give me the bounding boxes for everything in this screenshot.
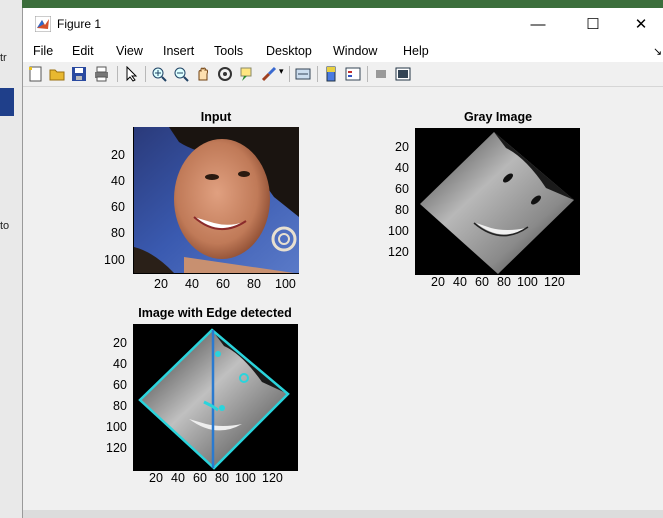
gray-y-tick: 60	[395, 182, 409, 196]
gray-y-tick: 120	[388, 245, 409, 259]
window-title: Figure 1	[57, 17, 102, 31]
brush-icon[interactable]	[261, 66, 278, 82]
input-plot-title: Input	[200, 110, 232, 124]
gray-x-tick: 100	[517, 275, 538, 289]
toolbar	[23, 62, 663, 87]
menu-window[interactable]: Window	[333, 44, 377, 58]
menu-view[interactable]: View	[116, 44, 143, 58]
gray-image	[416, 128, 580, 274]
close-button[interactable]: ✕	[618, 8, 663, 40]
pointer-icon[interactable]	[123, 66, 140, 82]
input-y-tick: 20	[111, 148, 125, 162]
edge-y-tick: 20	[113, 336, 127, 350]
menu-edit[interactable]: Edit	[72, 44, 94, 58]
edge-x-tick: 80	[215, 471, 229, 485]
menu-overflow-icon[interactable]: ↘	[653, 45, 662, 58]
colorbar-icon[interactable]	[323, 66, 340, 82]
gray-y-tick: 20	[395, 140, 409, 154]
maximize-button[interactable]: ☐	[570, 8, 616, 40]
save-icon[interactable]	[71, 66, 88, 82]
open-file-icon[interactable]	[49, 66, 66, 82]
edge-y-tick: 80	[113, 399, 127, 413]
desktop-background	[0, 0, 663, 8]
matlab-logo-icon	[35, 16, 51, 32]
legend-icon[interactable]	[345, 66, 362, 82]
input-y-tick: 40	[111, 174, 125, 188]
gray-y-axis	[415, 128, 416, 275]
input-image	[134, 127, 299, 273]
input-y-tick: 60	[111, 200, 125, 214]
gray-x-tick: 40	[453, 275, 467, 289]
input-y-tick: 100	[104, 253, 125, 267]
link-plot-icon[interactable]	[295, 66, 312, 82]
pan-icon[interactable]	[195, 66, 212, 82]
edge-x-tick: 100	[235, 471, 256, 485]
input-x-axis	[134, 273, 299, 274]
title-bar: Figure 1 — ☐ ✕	[23, 8, 663, 40]
menu-help[interactable]: Help	[403, 44, 429, 58]
gray-y-tick: 80	[395, 203, 409, 217]
edge-x-tick: 40	[171, 471, 185, 485]
edge-x-tick: 120	[262, 471, 283, 485]
minimize-button[interactable]: —	[515, 8, 561, 40]
input-x-tick: 60	[216, 277, 230, 291]
edge-x-tick: 20	[149, 471, 163, 485]
edge-y-tick: 40	[113, 357, 127, 371]
edge-image	[134, 324, 298, 470]
zoom-in-icon[interactable]	[151, 66, 168, 82]
toolbar-separator	[367, 66, 368, 82]
toolbar-separator	[145, 66, 146, 82]
toolbar-separator	[117, 66, 118, 82]
gray-y-tick: 100	[388, 224, 409, 238]
new-figure-icon[interactable]	[27, 66, 44, 82]
gray-x-tick: 20	[431, 275, 445, 289]
input-x-tick: 20	[154, 277, 168, 291]
menu-tools[interactable]: Tools	[214, 44, 243, 58]
background-window-strip: tr to	[0, 0, 22, 518]
window-bottom-edge	[23, 510, 663, 518]
figure-window: Figure 1 — ☐ ✕ File Edit View Insert Too…	[22, 8, 663, 518]
input-y-tick: 80	[111, 226, 125, 240]
toolbar-separator	[317, 66, 318, 82]
data-cursor-icon[interactable]	[239, 66, 256, 82]
edge-y-tick: 100	[106, 420, 127, 434]
background-block	[0, 88, 14, 116]
gray-y-tick: 40	[395, 161, 409, 175]
print-icon[interactable]	[93, 66, 110, 82]
edge-y-axis	[133, 324, 134, 471]
edge-y-tick: 60	[113, 378, 127, 392]
dropdown-arrow-icon[interactable]: ▾	[279, 66, 284, 77]
gray-x-tick: 120	[544, 275, 565, 289]
input-x-tick: 80	[247, 277, 261, 291]
menu-desktop[interactable]: Desktop	[266, 44, 312, 58]
hide-plot-tools-icon[interactable]	[373, 66, 390, 82]
rotate-3d-icon[interactable]	[217, 66, 234, 82]
toolbar-separator	[289, 66, 290, 82]
show-plot-tools-icon[interactable]	[395, 66, 412, 82]
menu-insert[interactable]: Insert	[163, 44, 194, 58]
gray-x-tick: 60	[475, 275, 489, 289]
edge-plot-title: Image with Edge detected	[138, 306, 292, 320]
menu-file[interactable]: File	[33, 44, 53, 58]
background-text-fragment: to	[0, 220, 10, 232]
edge-x-tick: 60	[193, 471, 207, 485]
gray-x-tick: 80	[497, 275, 511, 289]
zoom-out-icon[interactable]	[173, 66, 190, 82]
input-y-axis	[133, 127, 134, 274]
input-x-tick: 40	[185, 277, 199, 291]
background-text-fragment: tr	[0, 52, 7, 64]
gray-plot-title: Gray Image	[463, 110, 533, 124]
input-x-tick: 100	[275, 277, 296, 291]
edge-y-tick: 120	[106, 441, 127, 455]
